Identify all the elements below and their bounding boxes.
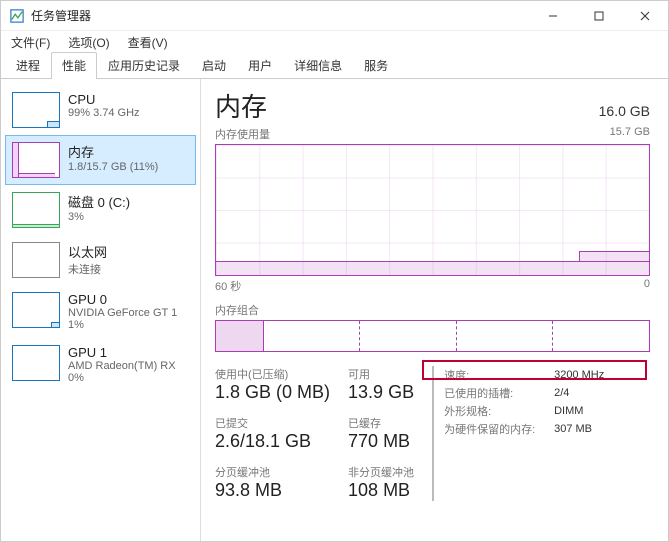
window-title: 任务管理器: [31, 7, 530, 24]
main-panel: 内存 16.0 GB 内存使用量 15.7 GB 60 秒 0 内存组合: [201, 79, 668, 541]
sidebar-item-title: 内存: [68, 142, 158, 161]
stats-col-mid: 可用13.9 GB 已缓存770 MB 非分页缓冲池108 MB: [348, 366, 414, 501]
close-button[interactable]: [622, 1, 668, 30]
usage-chart-max: 15.7 GB: [610, 126, 650, 142]
sidebar-item-subtitle: AMD Radeon(TM) RX 0%: [68, 360, 176, 384]
tab-processes[interactable]: 进程: [5, 52, 51, 79]
tab-bar: 进程 性能 应用历史记录 启动 用户 详细信息 服务: [1, 53, 668, 79]
x-axis-left: 60 秒: [215, 278, 241, 294]
task-manager-icon: [9, 8, 25, 24]
stat-value: 2.6/18.1 GB: [215, 431, 330, 452]
table-row: 为硬件保留的内存:307 MB: [444, 420, 604, 438]
x-axis-right: 0: [644, 278, 650, 294]
sidebar-item-title: CPU: [68, 92, 140, 107]
cpu-thumb-icon: [12, 92, 60, 128]
stat-value: 108 MB: [348, 480, 414, 501]
sidebar-item-title: 以太网: [68, 242, 107, 261]
stat-label: 可用: [348, 366, 414, 382]
tab-services[interactable]: 服务: [353, 52, 399, 79]
maximize-button[interactable]: [576, 1, 622, 30]
sidebar: CPU 99% 3.74 GHz 内存 1.8/15.7 GB (11%) 磁盘…: [1, 79, 201, 541]
memory-total: 16.0 GB: [599, 103, 650, 119]
stat-label: 使用中(已压缩): [215, 366, 330, 382]
usage-chart-section: 内存使用量 15.7 GB 60 秒 0: [215, 126, 650, 294]
sidebar-item-disk[interactable]: 磁盘 0 (C:) 3%: [5, 185, 196, 235]
menubar: 文件(F) 选项(O) 查看(V): [1, 31, 668, 53]
sidebar-item-cpu[interactable]: CPU 99% 3.74 GHz: [5, 85, 196, 135]
sidebar-item-gpu1[interactable]: GPU 1 AMD Radeon(TM) RX 0%: [5, 338, 196, 391]
table-row: 外形规格:DIMM: [444, 402, 604, 420]
tab-details[interactable]: 详细信息: [283, 52, 353, 79]
main-header: 内存 16.0 GB: [215, 87, 650, 124]
body: CPU 99% 3.74 GHz 内存 1.8/15.7 GB (11%) 磁盘…: [1, 79, 668, 541]
usage-chart-label: 内存使用量: [215, 126, 270, 142]
stats-section: 使用中(已压缩)1.8 GB (0 MB) 已提交2.6/18.1 GB 分页缓…: [215, 366, 650, 501]
gpu-thumb-icon: [12, 345, 60, 381]
tab-performance[interactable]: 性能: [51, 52, 97, 79]
titlebar: 任务管理器: [1, 1, 668, 31]
stat-value: 770 MB: [348, 431, 414, 452]
table-row: 已使用的插槽:2/4: [444, 384, 604, 402]
sidebar-item-ethernet[interactable]: 以太网 未连接: [5, 235, 196, 285]
memory-thumb-icon: [12, 142, 60, 178]
gpu-thumb-icon: [12, 292, 60, 328]
task-manager-window: 任务管理器 文件(F) 选项(O) 查看(V) 进程 性能 应用历史记录 启动 …: [0, 0, 669, 542]
stat-value: 1.8 GB (0 MB): [215, 382, 330, 403]
stat-value: 13.9 GB: [348, 382, 414, 403]
sidebar-item-subtitle: 3%: [68, 211, 130, 223]
window-controls: [530, 1, 668, 30]
stat-value: 93.8 MB: [215, 480, 330, 501]
sidebar-item-subtitle: NVIDIA GeForce GT 1 1%: [68, 307, 177, 331]
sidebar-item-subtitle: 1.8/15.7 GB (11%): [68, 161, 158, 173]
stat-label: 分页缓冲池: [215, 464, 330, 480]
tab-startup[interactable]: 启动: [191, 52, 237, 79]
stats-col-left: 使用中(已压缩)1.8 GB (0 MB) 已提交2.6/18.1 GB 分页缓…: [215, 366, 330, 501]
table-row: 速度:3200 MHz: [444, 366, 604, 384]
sidebar-item-title: GPU 1: [68, 345, 176, 360]
sidebar-item-title: GPU 0: [68, 292, 177, 307]
memory-details-table: 速度:3200 MHz 已使用的插槽:2/4 外形规格:DIMM 为硬件保留的内…: [432, 366, 604, 501]
sidebar-item-memory[interactable]: 内存 1.8/15.7 GB (11%): [5, 135, 196, 185]
disk-thumb-icon: [12, 192, 60, 228]
memory-composition-bar[interactable]: [215, 320, 650, 352]
sidebar-item-title: 磁盘 0 (C:): [68, 192, 130, 211]
stat-label: 非分页缓冲池: [348, 464, 414, 480]
ethernet-thumb-icon: [12, 242, 60, 278]
page-title: 内存: [215, 87, 267, 124]
sidebar-item-subtitle: 99% 3.74 GHz: [68, 107, 140, 119]
minimize-button[interactable]: [530, 1, 576, 30]
menu-view[interactable]: 查看(V): [122, 32, 174, 53]
composition-label: 内存组合: [215, 302, 650, 318]
stat-label: 已缓存: [348, 415, 414, 431]
menu-options[interactable]: 选项(O): [62, 32, 115, 53]
sidebar-item-gpu0[interactable]: GPU 0 NVIDIA GeForce GT 1 1%: [5, 285, 196, 338]
memory-usage-chart[interactable]: [215, 144, 650, 276]
menu-file[interactable]: 文件(F): [5, 32, 56, 53]
tab-users[interactable]: 用户: [237, 52, 283, 79]
stat-label: 已提交: [215, 415, 330, 431]
tab-app-history[interactable]: 应用历史记录: [97, 52, 191, 79]
sidebar-item-subtitle: 未连接: [68, 261, 107, 277]
